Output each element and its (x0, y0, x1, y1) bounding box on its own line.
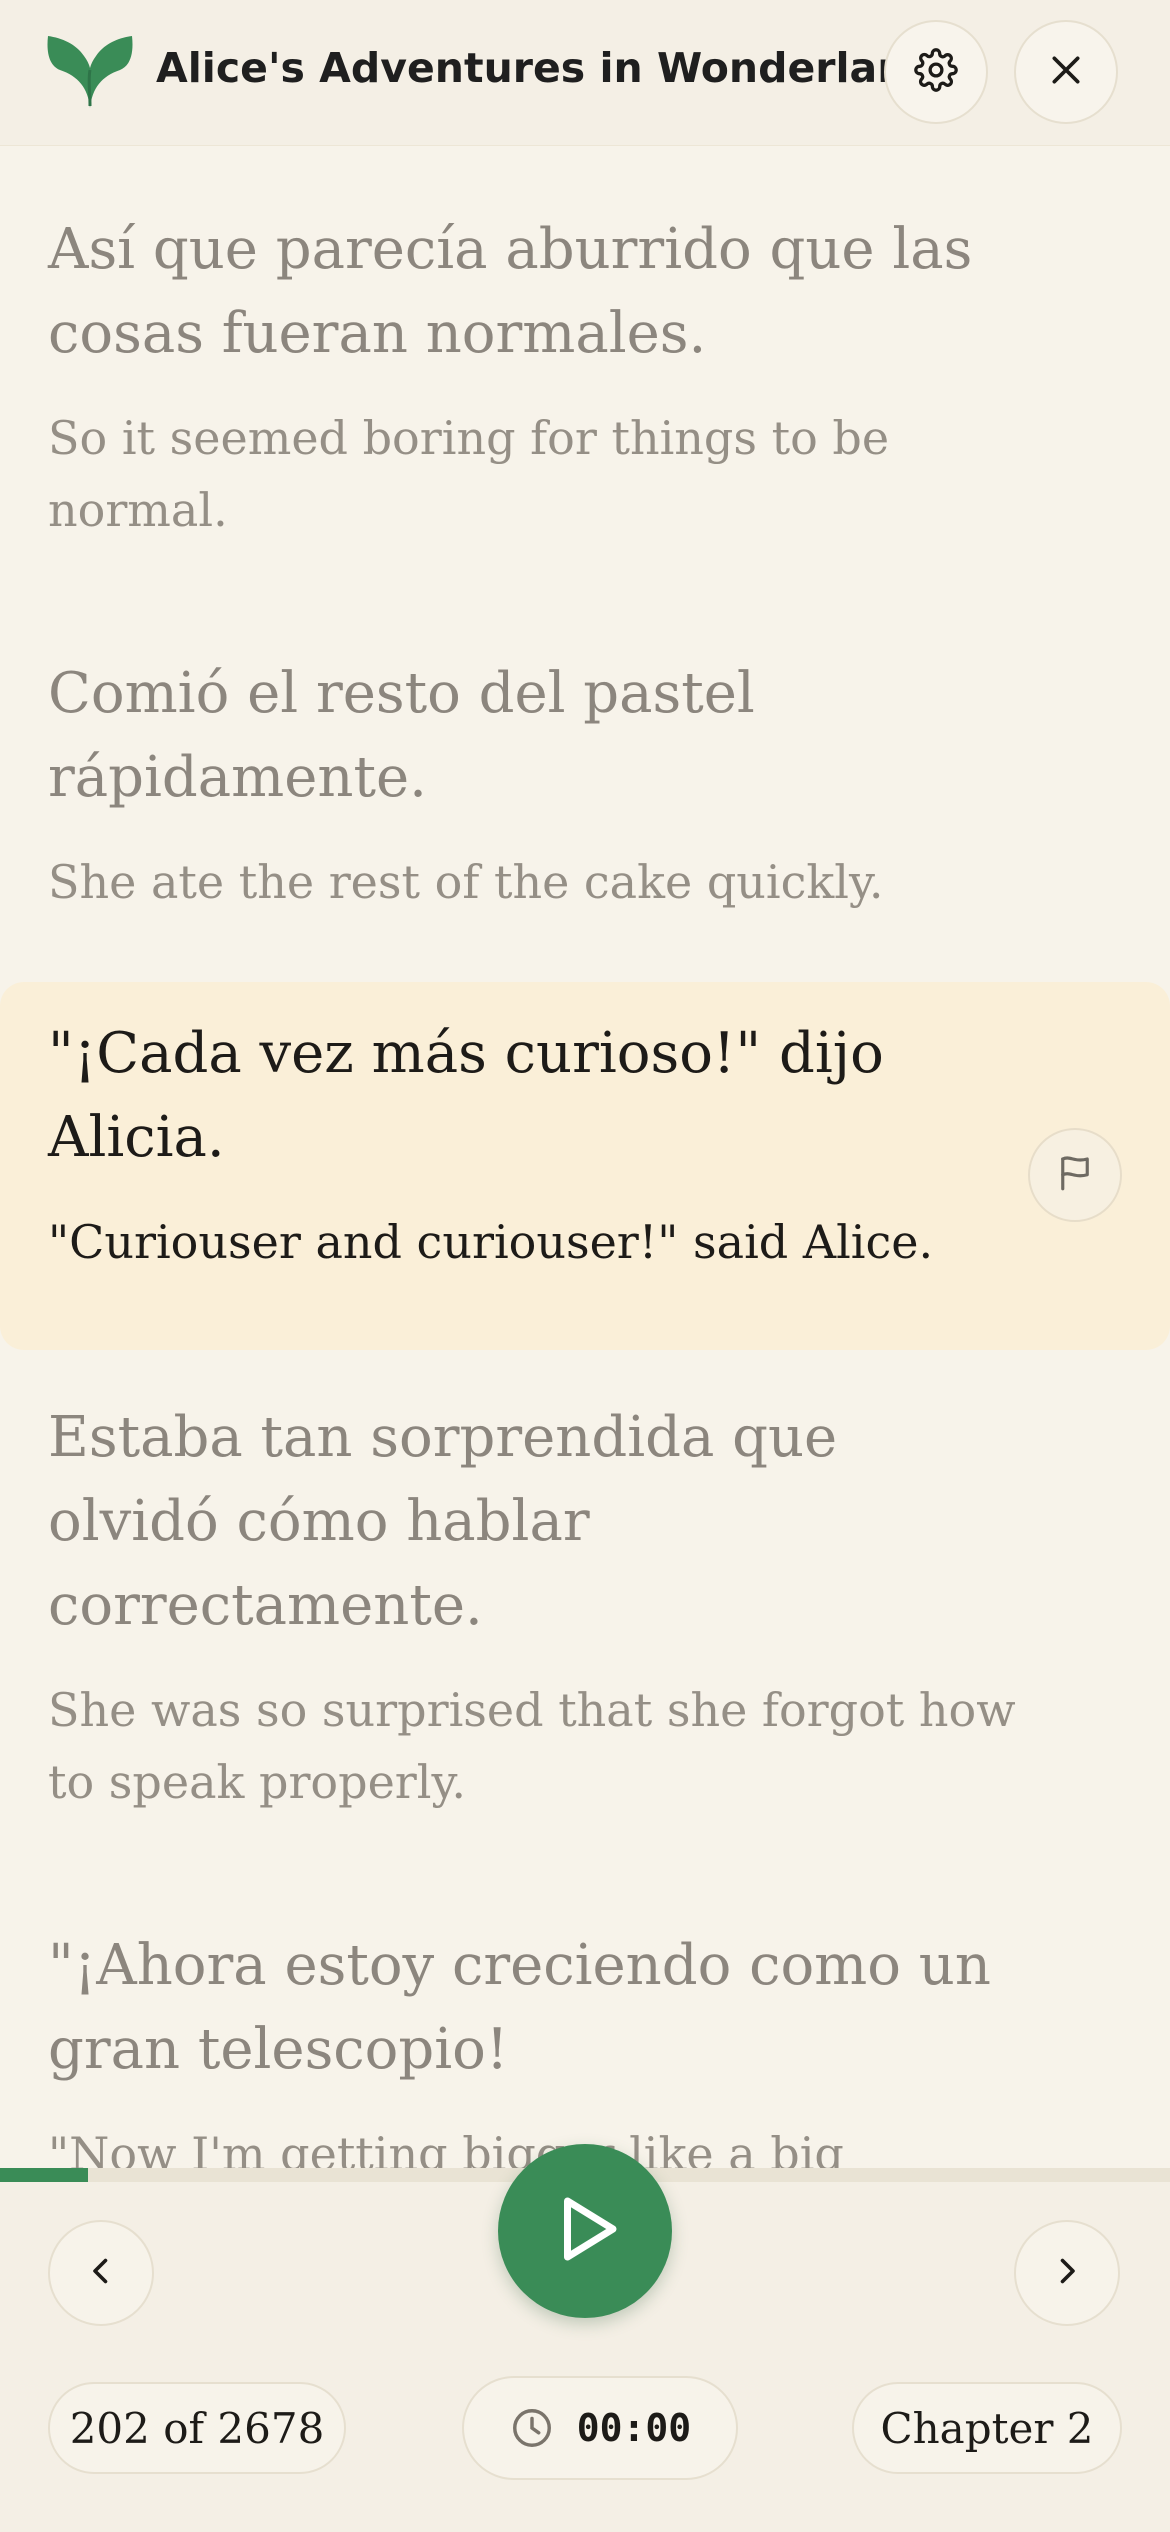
close-button[interactable] (1014, 20, 1118, 124)
sentence-position: 202 of 2678 (48, 2382, 346, 2474)
timer-text: 00:00 (576, 2406, 692, 2450)
flag-icon (1054, 1152, 1096, 1199)
sentence-item[interactable]: Estaba tan sorprendida que olvidó cómo h… (0, 1396, 1170, 1818)
sentence-english: So it seemed boring for things to be nor… (48, 411, 890, 537)
sentence-spanish: "¡Ahora estoy creciendo como un gran tel… (48, 1933, 991, 2082)
settings-button[interactable] (884, 20, 988, 124)
clock-icon (509, 2405, 555, 2451)
sentence-english: She ate the rest of the cake quickly. (48, 855, 884, 909)
sentence-item[interactable]: Comió el resto del pastel rápidamente. S… (0, 652, 1170, 918)
sentence-english: She was so surprised that she forgot how… (48, 1683, 1016, 1809)
reader-header: Alice's Adventures in Wonderland (0, 0, 1170, 146)
sentence-spanish: Comió el resto del pastel rápidamente. (48, 661, 755, 810)
sentence-item[interactable]: "¡Ahora estoy creciendo como un gran tel… (0, 1924, 1170, 2168)
chevron-left-icon (83, 2253, 119, 2294)
flag-button[interactable] (1028, 1128, 1122, 1222)
reading-content[interactable]: Así que parecía aburrido que las cosas f… (0, 146, 1170, 2168)
sentence-spanish: Así que parecía aburrido que las cosas f… (48, 217, 973, 366)
sentence-spanish: Estaba tan sorprendida que olvidó cómo h… (48, 1405, 838, 1638)
play-icon (543, 2187, 627, 2276)
reading-progress-fill (0, 2168, 89, 2182)
gear-icon (914, 47, 958, 97)
chapter-selector[interactable]: Chapter 2 (852, 2382, 1122, 2474)
sentence-item[interactable]: Así que parecía aburrido que las cosas f… (0, 208, 1170, 546)
play-button[interactable] (498, 2144, 672, 2318)
chevron-right-icon (1049, 2253, 1085, 2294)
green-leaf-logo-icon (44, 30, 136, 110)
sentence-item-active[interactable]: "¡Cada vez más curioso!" dijo Alicia. "C… (0, 982, 1170, 1350)
timer-display[interactable]: 00:00 (462, 2376, 738, 2480)
previous-sentence-button[interactable] (48, 2220, 154, 2326)
sentence-english: "Curiouser and curiouser!" said Alice. (48, 1215, 934, 1269)
sentence-spanish: "¡Cada vez más curioso!" dijo Alicia. (48, 1021, 884, 1170)
book-title: Alice's Adventures in Wonderland (156, 44, 936, 92)
next-sentence-button[interactable] (1014, 2220, 1120, 2326)
close-icon (1046, 50, 1086, 95)
